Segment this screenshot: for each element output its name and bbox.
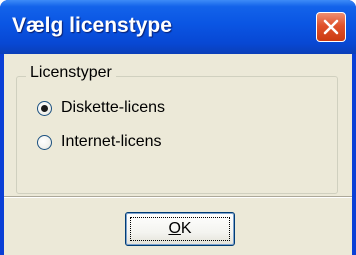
radio-dot bbox=[41, 104, 48, 112]
radio-internet-license[interactable]: Internet-licens bbox=[37, 131, 162, 153]
radio-button-unselected[interactable] bbox=[37, 134, 52, 150]
close-icon bbox=[323, 19, 339, 35]
dialog-window: Vælg licenstype Licenstyper Diskette-lic… bbox=[0, 0, 356, 255]
radio-button-selected[interactable] bbox=[37, 100, 52, 116]
title-bar[interactable]: Vælg licenstype bbox=[0, 0, 356, 54]
radio-label-diskette[interactable]: Diskette-licens bbox=[61, 99, 165, 117]
close-button[interactable] bbox=[316, 12, 346, 42]
ok-button-label: OK bbox=[126, 213, 234, 245]
dialog-body: Licenstyper Diskette-licens Internet-lic… bbox=[4, 54, 352, 255]
radio-label-internet[interactable]: Internet-licens bbox=[61, 133, 162, 151]
separator-line bbox=[4, 196, 352, 198]
ok-mnemonic: O bbox=[168, 220, 181, 237]
ok-label-rest: K bbox=[180, 220, 192, 237]
ok-button[interactable]: OK bbox=[125, 212, 235, 246]
window-title: Vælg licenstype bbox=[12, 14, 172, 37]
radio-diskette-license[interactable]: Diskette-licens bbox=[37, 97, 165, 119]
groupbox-label: Licenstyper bbox=[26, 64, 116, 82]
